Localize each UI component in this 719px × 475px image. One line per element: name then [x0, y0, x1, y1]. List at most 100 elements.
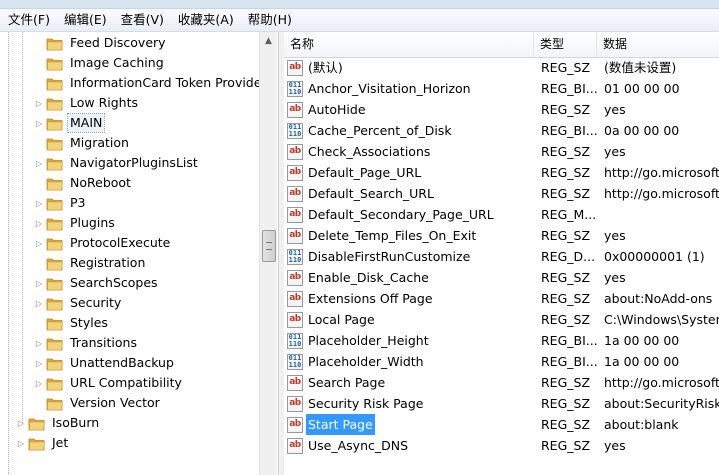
- menu-file[interactable]: 文件(F): [0, 9, 56, 31]
- registry-key-tree[interactable]: Feed Discovery Image Caching InformationCa…: [0, 32, 278, 475]
- tree-item[interactable]: NoReboot: [34, 173, 133, 193]
- tree-item[interactable]: ▷ UnattendBackup: [34, 353, 176, 373]
- tree-item[interactable]: ▷ Jet: [16, 433, 70, 453]
- tree-item[interactable]: ▷ Transitions: [34, 333, 139, 353]
- tree-item[interactable]: ▷ IsoBurn: [16, 413, 101, 433]
- tree-item[interactable]: ▷ URL Compatibility: [34, 373, 184, 393]
- column-header-data[interactable]: 数据: [597, 32, 719, 57]
- tree-item[interactable]: Registration: [34, 253, 147, 273]
- expand-arrow-icon[interactable]: ▷: [16, 433, 26, 453]
- expand-arrow-icon[interactable]: ▷: [34, 193, 44, 213]
- value-row[interactable]: ab Default_Secondary_Page_URL REG_M...: [284, 204, 719, 225]
- string-value-icon: ab: [287, 227, 303, 244]
- value-row[interactable]: ab Default_Page_URL REG_SZ http://go.micros…: [284, 162, 719, 183]
- value-data: (数值未设置): [604, 60, 677, 75]
- value-name: Search Page: [308, 375, 386, 390]
- expand-arrow-icon[interactable]: ▷: [34, 333, 44, 353]
- value-row[interactable]: ab Start Page REG_SZ about:blank: [284, 414, 719, 435]
- tree-item-label: Styles: [70, 315, 108, 330]
- tree-scrollbar[interactable]: ▲: [259, 32, 277, 475]
- expand-arrow-icon[interactable]: ▷: [34, 113, 44, 133]
- value-row[interactable]: ab Use_Async_DNS REG_SZ yes: [284, 435, 719, 456]
- value-row[interactable]: 011 110 Placeholder_Width REG_BI... 1a 00 00…: [284, 351, 719, 372]
- tree-item[interactable]: ▷ ProtocolExecute: [34, 233, 172, 253]
- expand-arrow-icon[interactable]: ▷: [16, 413, 26, 433]
- value-name: Local Page: [308, 312, 375, 327]
- value-row[interactable]: ab Local Page REG_SZ C:\Windows\System: [284, 309, 719, 330]
- column-header-type[interactable]: 类型: [534, 32, 597, 57]
- tree-item[interactable]: ▷ NavigatorPluginsList: [34, 153, 200, 173]
- value-row[interactable]: ab Extensions Off Page REG_SZ about:NoAdd-o…: [284, 288, 719, 309]
- tree-item[interactable]: Version Vector: [34, 393, 162, 413]
- tree-item[interactable]: ▷ Low Rights: [34, 93, 140, 113]
- value-row[interactable]: ab Check_Associations REG_SZ yes: [284, 141, 719, 162]
- tree-item[interactable]: ▷ MAIN: [34, 113, 106, 133]
- value-row[interactable]: ab Search Page REG_SZ http://go.microsoft.c: [284, 372, 719, 393]
- string-value-icon: ab: [287, 269, 303, 286]
- value-name: Cache_Percent_of_Disk: [308, 123, 452, 138]
- value-row[interactable]: ab (默认) REG_SZ (数值未设置): [284, 57, 719, 78]
- value-row[interactable]: ab Enable_Disk_Cache REG_SZ yes: [284, 267, 719, 288]
- expand-arrow-icon[interactable]: ▷: [34, 233, 44, 253]
- expand-arrow-icon[interactable]: ▷: [34, 293, 44, 313]
- expand-arrow-icon[interactable]: ▷: [34, 273, 44, 293]
- value-row[interactable]: 011 110 Placeholder_Height REG_BI... 1a 00 0…: [284, 330, 719, 351]
- value-row[interactable]: ab Default_Search_URL REG_SZ http://go.micr…: [284, 183, 719, 204]
- expand-arrow-icon[interactable]: ▷: [34, 373, 44, 393]
- value-type: REG_SZ: [541, 375, 591, 390]
- value-row[interactable]: ab AutoHide REG_SZ yes: [284, 99, 719, 120]
- tree-item[interactable]: Feed Discovery: [34, 33, 168, 53]
- menu-edit[interactable]: 编辑(E): [56, 9, 113, 31]
- tree-item-label: Registration: [70, 255, 146, 270]
- value-name-cell: 011 110 Placeholder_Width: [287, 351, 537, 372]
- tree-item[interactable]: ▷ P3: [34, 193, 88, 213]
- value-name-cell: ab Search Page: [287, 372, 537, 393]
- expand-arrow-icon[interactable]: ▷: [34, 213, 44, 233]
- column-header-name[interactable]: 名称: [284, 32, 534, 57]
- tree-item[interactable]: InformationCard Token Provider: [34, 73, 259, 93]
- registry-values-list[interactable]: 名称 类型 数据 ab (默认) REG_SZ (数值未设置) 011 110 Anchor…: [284, 32, 719, 475]
- value-type: REG_SZ: [541, 396, 591, 411]
- tree-item[interactable]: ▷ Security: [34, 293, 123, 313]
- expand-arrow-icon[interactable]: ▷: [34, 153, 44, 173]
- value-type: REG_SZ: [541, 144, 591, 159]
- folder-icon: [46, 318, 63, 330]
- value-data: 1a 00 00 00: [604, 333, 680, 348]
- value-data: http://go.microsoft.c: [604, 186, 719, 201]
- tree-item[interactable]: Migration: [34, 133, 131, 153]
- string-value-icon: ab: [287, 206, 303, 223]
- value-row[interactable]: 011 110 Anchor_Visitation_Horizon REG_BI...…: [284, 78, 719, 99]
- expand-arrow-icon[interactable]: ▷: [34, 353, 44, 373]
- folder-icon: [46, 398, 63, 410]
- value-name: Extensions Off Page: [308, 291, 433, 306]
- menu-favorites[interactable]: 收藏夹(A): [170, 9, 240, 31]
- value-type: REG_SZ: [541, 417, 591, 432]
- value-name-cell: ab Security Risk Page: [287, 393, 537, 414]
- expand-arrow-icon[interactable]: ▷: [34, 93, 44, 113]
- menu-view[interactable]: 查看(V): [113, 9, 170, 31]
- tree-item[interactable]: Image Caching: [34, 53, 166, 73]
- value-row[interactable]: ab Security Risk Page REG_SZ about:Security…: [284, 393, 719, 414]
- tree-scroll-thumb[interactable]: [262, 230, 276, 262]
- menu-help[interactable]: 帮助(H): [240, 9, 298, 31]
- scroll-up-arrow-icon[interactable]: ▲: [260, 32, 277, 49]
- string-value-icon: ab: [287, 143, 303, 160]
- folder-icon: [46, 298, 63, 310]
- value-row[interactable]: ab Delete_Temp_Files_On_Exit REG_SZ yes: [284, 225, 719, 246]
- value-data: about:NoAdd-ons: [604, 291, 713, 306]
- value-type: REG_BI...: [541, 123, 598, 138]
- value-data: 1a 00 00 00: [604, 354, 680, 369]
- tree-item[interactable]: ▷ Plugins: [34, 213, 117, 233]
- tree-item[interactable]: ▷ SearchScopes: [34, 273, 160, 293]
- tree-item[interactable]: Styles: [34, 313, 110, 333]
- binary-icon-bottom-text: 110: [288, 255, 302, 264]
- value-type: REG_SZ: [541, 228, 591, 243]
- folder-icon: [46, 38, 63, 50]
- menu-bar: 文件(F) 编辑(E) 查看(V) 收藏夹(A) 帮助(H): [0, 9, 719, 32]
- value-row[interactable]: 011 110 Cache_Percent_of_Disk REG_BI... 0a 0…: [284, 120, 719, 141]
- value-row[interactable]: 011 110 DisableFirstRunCustomize REG_D... 0x…: [284, 246, 719, 267]
- value-name: (默认): [308, 60, 343, 75]
- value-name-cell: ab Start Page: [287, 414, 537, 435]
- binary-icon-bottom-text: 110: [288, 339, 302, 348]
- string-value-icon: ab: [287, 416, 303, 433]
